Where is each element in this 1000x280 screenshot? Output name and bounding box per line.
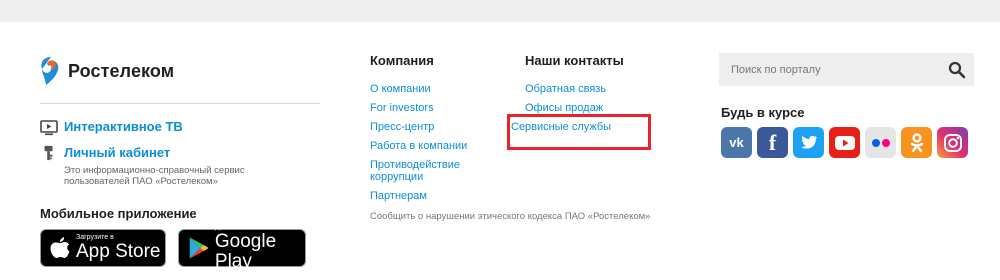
mobile-app-title: Мобильное приложение bbox=[40, 206, 197, 221]
google-play-big-text: Google Play bbox=[214, 231, 277, 272]
company-links: О компании For investors Пресс-центр Раб… bbox=[370, 83, 490, 209]
link-press-center[interactable]: Пресс-центр bbox=[370, 121, 490, 133]
social-title: Будь в курсе bbox=[721, 105, 805, 120]
link-about-company[interactable]: О компании bbox=[370, 83, 490, 95]
google-play-button[interactable]: ДОСТУПНО В Google Play bbox=[178, 224, 306, 272]
link-partners[interactable]: Партнерам bbox=[370, 190, 490, 202]
link-for-investors[interactable]: For investors bbox=[370, 102, 490, 114]
link-sales-offices[interactable]: Офисы продаж bbox=[525, 102, 611, 114]
personal-account-description: Это информационно-справочный сервис поль… bbox=[64, 165, 245, 187]
brand-name: Ростелеком bbox=[68, 60, 175, 81]
app-store-button[interactable]: Загрузите в App Store bbox=[40, 229, 166, 267]
odnoklassniki-icon[interactable] bbox=[901, 127, 932, 158]
divider bbox=[40, 103, 320, 104]
vk-icon[interactable]: vk bbox=[721, 127, 752, 158]
contacts-title: Наши контакты bbox=[525, 53, 624, 68]
facebook-icon[interactable]: f bbox=[757, 127, 788, 158]
twitter-icon[interactable] bbox=[793, 127, 824, 158]
link-anti-corruption[interactable]: Противодействие коррупции bbox=[370, 159, 470, 183]
search-box bbox=[719, 53, 974, 86]
company-title: Компания bbox=[370, 53, 434, 68]
service-personal-account[interactable]: Личный кабинет Это информационно-справоч… bbox=[40, 144, 294, 187]
interactive-tv-link[interactable]: Интерактивное ТВ bbox=[64, 119, 183, 134]
service-interactive-tv[interactable]: Интерактивное ТВ bbox=[40, 119, 183, 136]
youtube-icon[interactable] bbox=[829, 127, 860, 158]
flickr-icon[interactable] bbox=[865, 127, 896, 158]
top-bar bbox=[0, 0, 1000, 22]
social-links: vk f bbox=[721, 127, 968, 158]
search-icon[interactable] bbox=[948, 61, 966, 79]
key-icon bbox=[44, 145, 53, 161]
rostelecom-logo[interactable]: Ростелеком bbox=[40, 56, 174, 86]
personal-account-link[interactable]: Личный кабинет bbox=[64, 145, 170, 160]
search-input[interactable] bbox=[729, 62, 938, 77]
apple-icon bbox=[50, 237, 70, 258]
report-violation-text[interactable]: Сообщить о нарушении этического кодекса … bbox=[370, 211, 650, 222]
highlight-box bbox=[507, 114, 651, 150]
app-store-big-text: App Store bbox=[76, 241, 161, 262]
rostelecom-logo-icon bbox=[41, 57, 59, 85]
link-feedback[interactable]: Обратная связь bbox=[525, 83, 611, 95]
tv-icon bbox=[40, 120, 58, 136]
link-careers[interactable]: Работа в компании bbox=[370, 140, 490, 152]
instagram-icon[interactable] bbox=[937, 127, 968, 158]
google-play-icon bbox=[189, 237, 209, 259]
